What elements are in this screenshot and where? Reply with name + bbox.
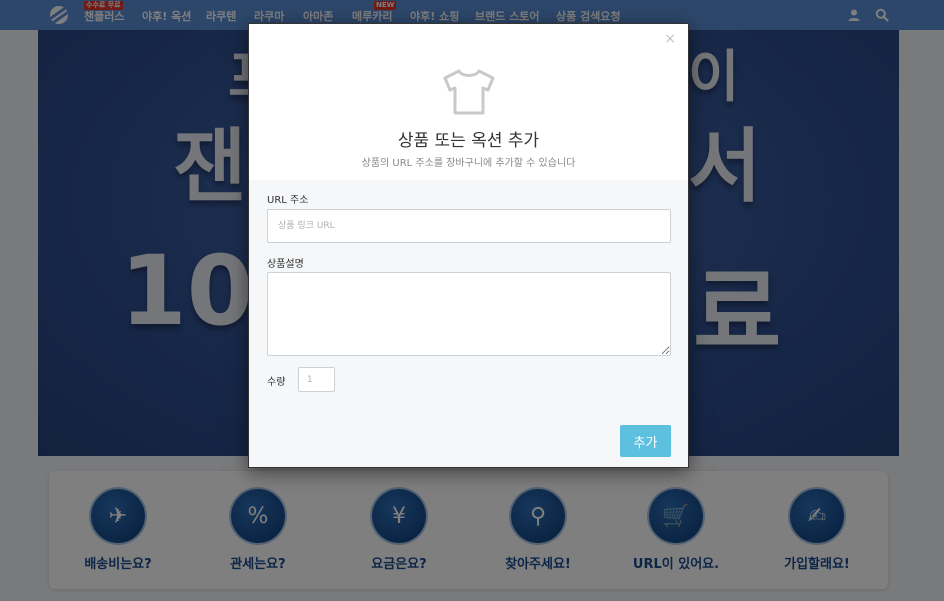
modal-subtitle: 상품의 URL 주소를 장바구니에 추가할 수 있습니다 xyxy=(361,158,576,169)
modal-title: 상품 또는 옥션 추가 xyxy=(397,131,540,151)
close-icon[interactable]: × xyxy=(664,32,676,46)
quantity-label: 수량 xyxy=(267,377,286,388)
url-input[interactable] xyxy=(267,209,671,243)
description-label: 상품설명 xyxy=(267,259,304,270)
description-textarea[interactable] xyxy=(267,272,671,356)
modal-header: × 상품 또는 옥션 추가 상품의 URL 주소를 장바구니에 추가할 수 있습… xyxy=(249,24,688,180)
tshirt-icon xyxy=(443,69,495,115)
add-button[interactable]: 추가 xyxy=(620,425,671,457)
url-label: URL 주소 xyxy=(267,195,309,206)
quantity-input[interactable] xyxy=(298,367,335,392)
add-product-modal: × 상품 또는 옥션 추가 상품의 URL 주소를 장바구니에 추가할 수 있습… xyxy=(248,23,689,468)
